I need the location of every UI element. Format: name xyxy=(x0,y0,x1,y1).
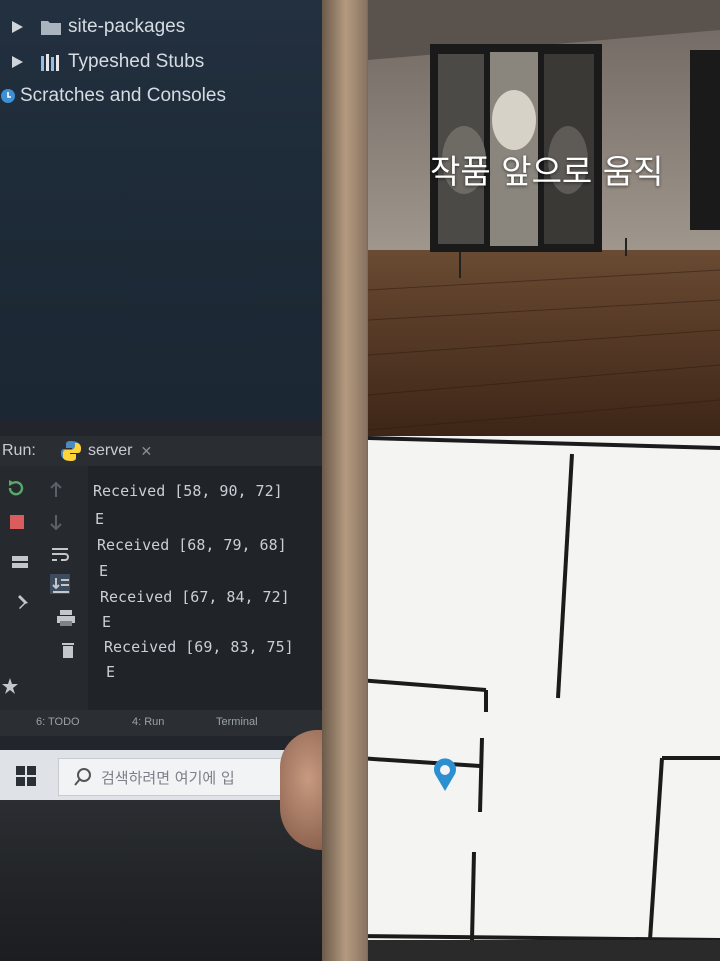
console-line: E xyxy=(102,613,112,631)
trash-icon[interactable] xyxy=(58,640,78,660)
floor-plan-walls xyxy=(368,436,720,940)
phone-screen: 작품 앞으로 움직 xyxy=(368,0,720,940)
scroll-up-icon[interactable] xyxy=(46,480,66,500)
library-icon xyxy=(40,52,64,72)
console-line: Received [69, 83, 75] xyxy=(104,638,294,656)
console-line: Received [68, 79, 68] xyxy=(97,536,287,554)
floor-plan-map[interactable] xyxy=(368,436,720,940)
console-line: E xyxy=(95,510,105,528)
gallery-photo xyxy=(368,0,720,436)
console-line: E xyxy=(106,663,116,681)
scroll-to-end-icon[interactable] xyxy=(50,574,70,594)
run-tool-header: Run: server ✕ xyxy=(0,436,370,468)
console-line: Received [58, 90, 72] xyxy=(93,482,283,500)
location-pin-icon[interactable] xyxy=(432,758,458,792)
scratches-icon xyxy=(0,88,16,104)
favorites-icon[interactable] xyxy=(0,676,20,696)
expand-arrow-icon[interactable] xyxy=(10,55,24,69)
overlay-instruction-text: 작품 앞으로 움직 xyxy=(430,152,664,191)
tree-item-scratches[interactable]: Scratches and Consoles xyxy=(0,81,226,111)
scroll-down-icon[interactable] xyxy=(46,512,66,532)
tab-run[interactable]: 4: Run xyxy=(132,716,164,728)
tab-server[interactable]: server ✕ xyxy=(60,436,161,468)
tool-window-bar: 6: TODO 4: Run Terminal xyxy=(0,710,340,736)
gallery-image: 작품 앞으로 움직 xyxy=(368,0,720,436)
run-label: Run: xyxy=(2,442,36,459)
close-icon[interactable]: ✕ xyxy=(140,443,152,460)
search-icon xyxy=(74,768,91,786)
tree-item-label: Scratches and Consoles xyxy=(20,85,226,106)
tree-item-typeshed-stubs[interactable]: Typeshed Stubs xyxy=(10,47,204,77)
phone-bottom-bezel xyxy=(368,940,720,961)
python-icon xyxy=(61,441,81,461)
expand-arrow-icon[interactable] xyxy=(10,20,24,34)
tree-item-label: Typeshed Stubs xyxy=(68,51,205,72)
tree-item-label: site-packages xyxy=(68,16,186,37)
project-tree-panel: site-packages Typeshed Stubs Scratches a… xyxy=(0,0,370,420)
rerun-icon[interactable] xyxy=(6,478,26,498)
pin-tab-icon[interactable] xyxy=(14,592,34,612)
windows-logo-icon[interactable] xyxy=(16,766,36,786)
tab-label: server xyxy=(88,442,133,459)
print-icon[interactable] xyxy=(56,608,76,628)
tree-item-site-packages[interactable]: site-packages xyxy=(10,12,185,42)
tab-todo[interactable]: 6: TODO xyxy=(36,716,80,728)
stop-icon[interactable] xyxy=(8,512,28,532)
soft-wrap-icon[interactable] xyxy=(50,544,70,564)
search-placeholder: 검색하려면 여기에 입 xyxy=(101,768,235,787)
photo-scene: site-packages Typeshed Stubs Scratches a… xyxy=(0,0,720,961)
console-output: Received [58, 90, 72] E Received [68, 79… xyxy=(88,466,338,710)
layout-icon[interactable] xyxy=(10,552,30,572)
folder-icon xyxy=(40,18,62,36)
console-line: E xyxy=(99,562,109,580)
console-line: Received [67, 84, 72] xyxy=(100,588,290,606)
tab-terminal[interactable]: Terminal xyxy=(216,716,258,728)
